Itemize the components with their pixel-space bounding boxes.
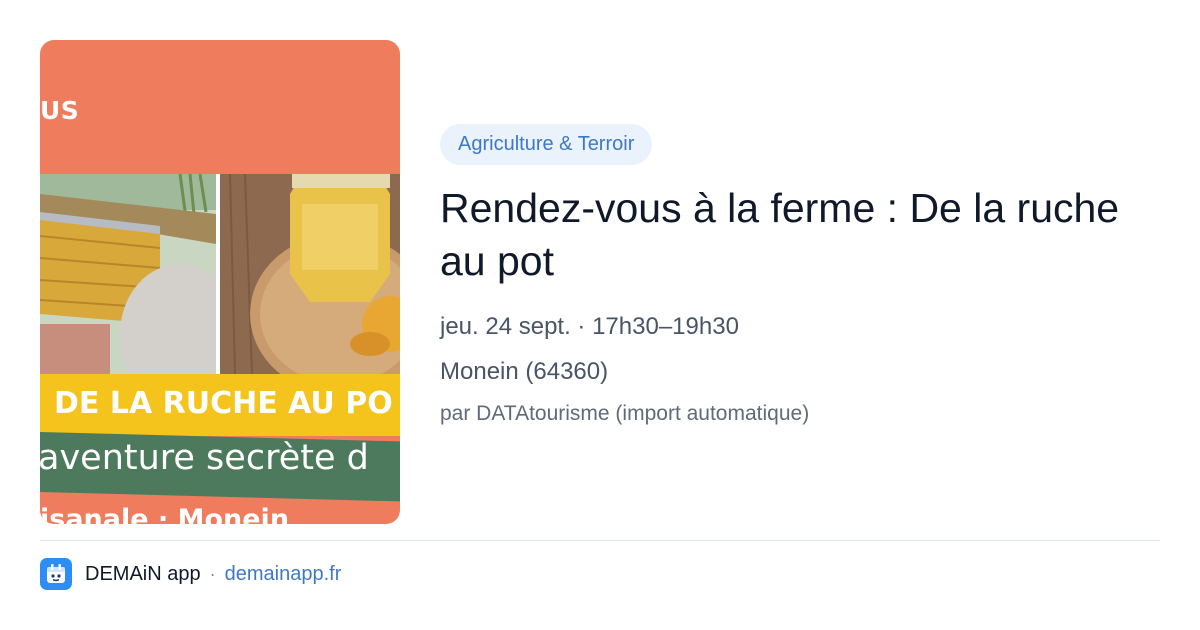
footer-separator: · (209, 563, 216, 584)
image-top-text: US (40, 96, 80, 125)
green-band-text: aventure secrète d (40, 438, 369, 478)
event-datetime: jeu. 24 sept. · 17h30–19h30 (440, 313, 739, 340)
event-location: Monein (64360) (440, 358, 609, 385)
image-bottom-text: isanale · Monein (40, 504, 290, 524)
event-source: par DATAtourisme (import automatique) (440, 402, 810, 425)
yellow-band-text: DE LA RUCHE AU PO (54, 386, 393, 421)
event-image[interactable]: US DE LA RUCHE AU PO aventure secrète d … (40, 40, 400, 524)
app-name: DEMAiN app (85, 562, 201, 585)
category-badge[interactable]: Agriculture & Terroir (440, 124, 653, 165)
demain-app-icon (40, 558, 72, 590)
event-title[interactable]: Rendez-vous à la ferme : De la ruche au … (440, 182, 1140, 288)
divider (40, 540, 1160, 541)
honey-photo (40, 174, 400, 374)
app-url-link[interactable]: demainapp.fr (225, 563, 342, 586)
footer: DEMAiN app · demainapp.fr (40, 558, 341, 590)
